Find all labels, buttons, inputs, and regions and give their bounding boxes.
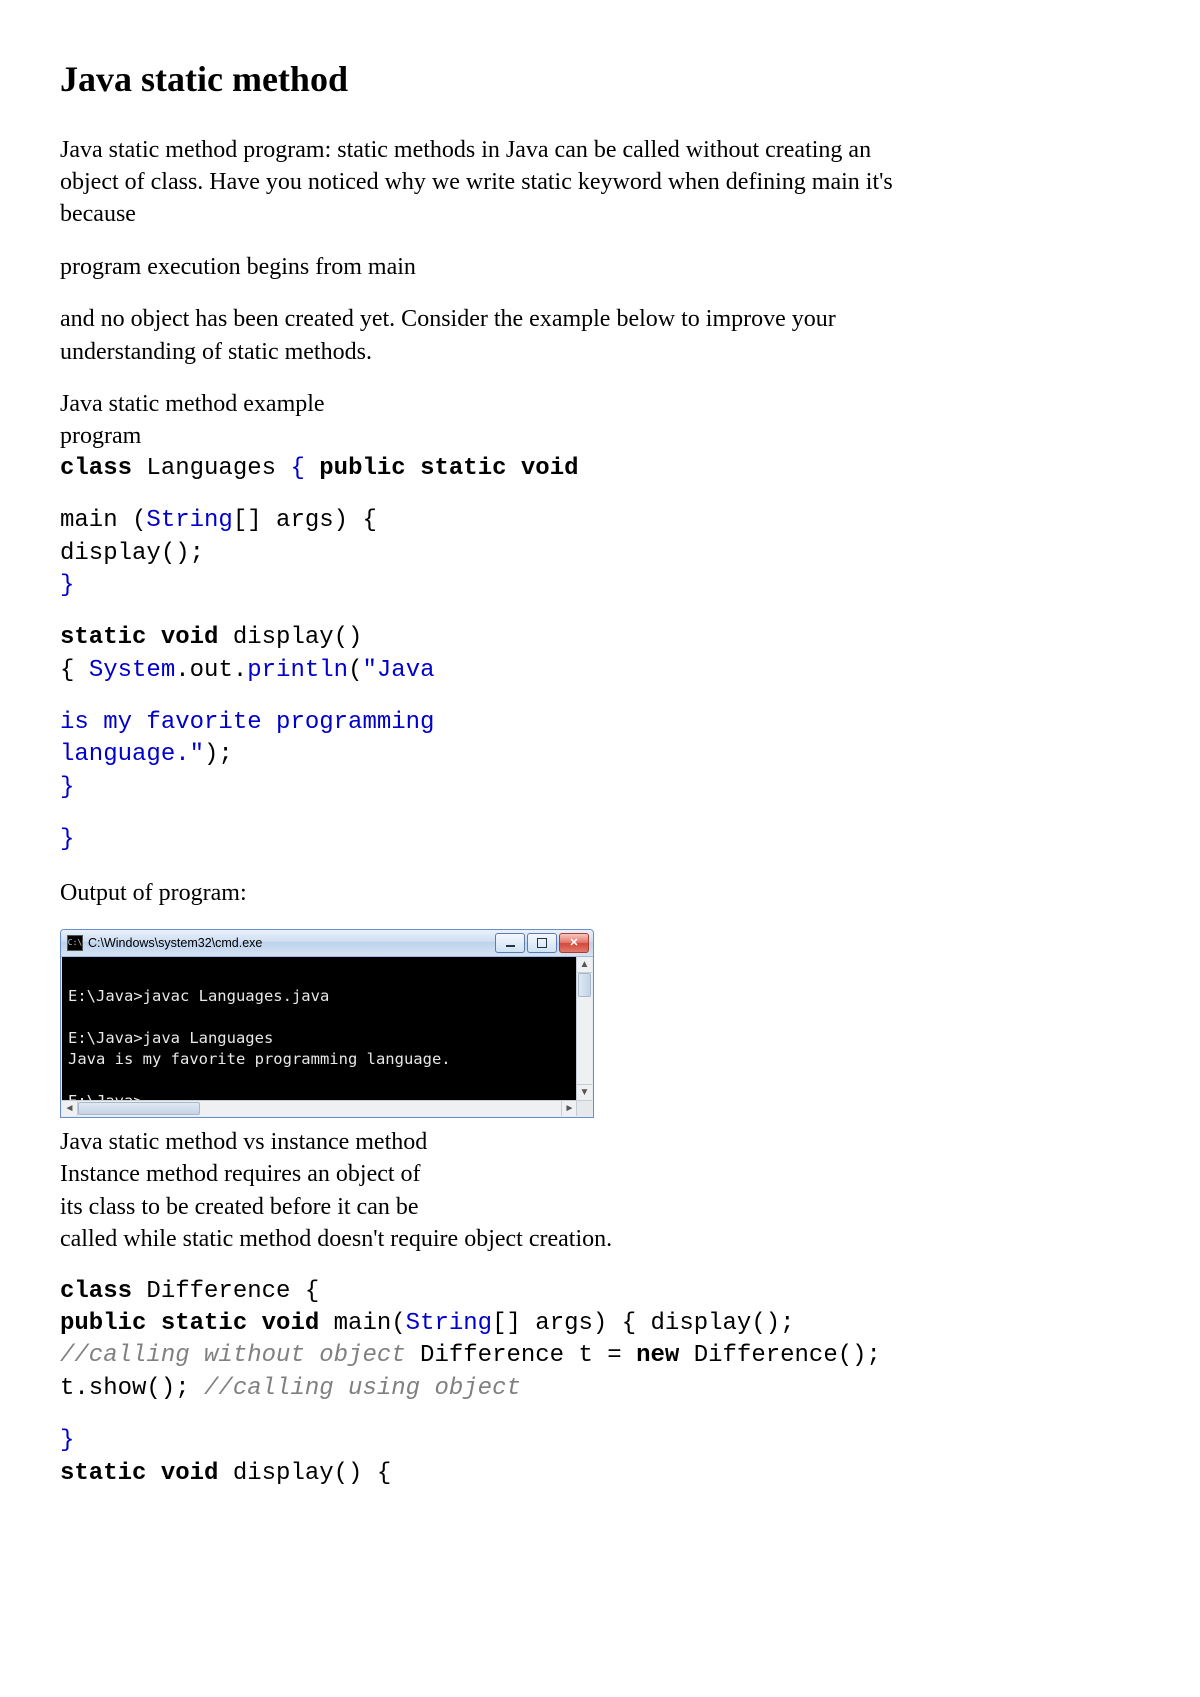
kw-psv-2: public static void [60,1310,319,1337]
paren-close: ); [204,741,233,768]
paren-open: ( [348,657,362,684]
scroll-down-icon[interactable]: ▼ [577,1084,592,1100]
code-block-1: class Languages { public static void [60,453,1140,485]
titlebar: C:\ C:\Windows\system32\cmd.exe ✕ [61,930,593,957]
brace-close-4: } [60,1427,74,1454]
section2-paragraph: called while static method doesn't requi… [60,1223,910,1255]
page-title: Java static method [60,55,1140,104]
term-l3: Java is my favorite programming language… [68,1050,451,1068]
section2-l1: Java static method vs instance method [60,1129,427,1155]
terminal-body[interactable]: E:\Java>javac Languages.java E:\Java>jav… [62,957,577,1100]
main-args: [] args) { [233,507,377,534]
term-l1: E:\Java>javac Languages.java [68,987,329,1005]
brace-open: { [290,455,304,482]
comment-2: //calling using object [204,1375,521,1402]
comment-1: //calling without object [60,1342,406,1369]
section2-heading: Java static method vs instance method In… [60,1126,480,1223]
vertical-scrollbar[interactable]: ▲ ▼ [576,957,592,1100]
kw-new: new [636,1342,679,1369]
section2-l3: its class to be created before it can be [60,1194,419,1220]
dot-out: .out. [175,657,247,684]
tshow: t.show(); [60,1375,204,1402]
println: println [247,657,348,684]
diff-ctor: Difference(); [679,1342,881,1369]
section2-l2: Instance method requires an object of [60,1161,421,1187]
kw-static-void: static void [60,624,218,651]
display2: display() { [218,1460,391,1487]
vscroll-thumb[interactable] [578,973,591,997]
minimize-icon [506,945,515,947]
term-l2: E:\Java>java Languages [68,1029,273,1047]
diff-decl: Difference t = [406,1342,636,1369]
code-block-2: class Difference { public static void ma… [60,1276,1140,1406]
intro-paragraph-1: Java static method program: static metho… [60,134,910,231]
minimize-button[interactable] [495,933,525,953]
example-heading-l1: Java static method example [60,391,325,417]
resize-grip[interactable] [576,1100,592,1116]
horizontal-scrollbar[interactable]: ◄ ► [62,1100,577,1116]
kw-class-2: class [60,1278,132,1305]
string-l2: is my favorite programming [60,709,434,736]
maximize-button[interactable] [527,933,557,953]
close-icon: ✕ [569,938,578,949]
maximize-icon [537,938,547,948]
close-button[interactable]: ✕ [559,933,589,953]
term-l4: E:\Java> [68,1092,143,1100]
method-name: display() [218,624,362,651]
example-heading: Java static method example program [60,388,910,453]
window-title: C:\Windows\system32\cmd.exe [88,935,493,952]
string-l1: "Java [362,657,434,684]
code-block-1e: } [60,824,1140,856]
class-name-2: Difference { [132,1278,319,1305]
example-heading-l2: program [60,423,141,449]
system: System [89,657,175,684]
kw-class: class [60,455,132,482]
call-display: display(); [60,540,204,567]
brace-close-2: } [60,774,74,801]
main-decl: main ( [60,507,146,534]
code-block-1d: is my favorite programming language."); … [60,707,1140,804]
brace-close-1: } [60,572,74,599]
scroll-up-icon[interactable]: ▲ [577,957,592,973]
code-block-1b: main (String[] args) { display(); } [60,505,1140,602]
code-block-1c: static void display() { System.out.print… [60,622,1140,687]
main2: main( [319,1310,405,1337]
type-string-2: String [406,1310,492,1337]
scroll-right-icon[interactable]: ► [561,1101,577,1116]
brace-open-2: { [60,657,89,684]
code-block-2b: } static void display() { [60,1425,1140,1490]
output-caption: Output of program: [60,877,910,909]
intro-paragraph-3: and no object has been created yet. Cons… [60,303,910,368]
brace-close-3: } [60,826,74,853]
kw-psv: public static void [305,455,579,482]
scroll-left-icon[interactable]: ◄ [62,1101,78,1116]
cmd-icon: C:\ [67,935,83,951]
window-buttons: ✕ [493,933,589,953]
string-l3: language." [60,741,204,768]
main2-rest: [] args) { display(); [492,1310,794,1337]
cmd-window: C:\ C:\Windows\system32\cmd.exe ✕ E:\Jav… [60,929,594,1118]
hscroll-thumb[interactable] [78,1102,200,1115]
class-name: Languages [132,455,290,482]
intro-paragraph-2: program execution begins from main [60,251,910,283]
type-string: String [146,507,232,534]
kw-static-void-2: static void [60,1460,218,1487]
